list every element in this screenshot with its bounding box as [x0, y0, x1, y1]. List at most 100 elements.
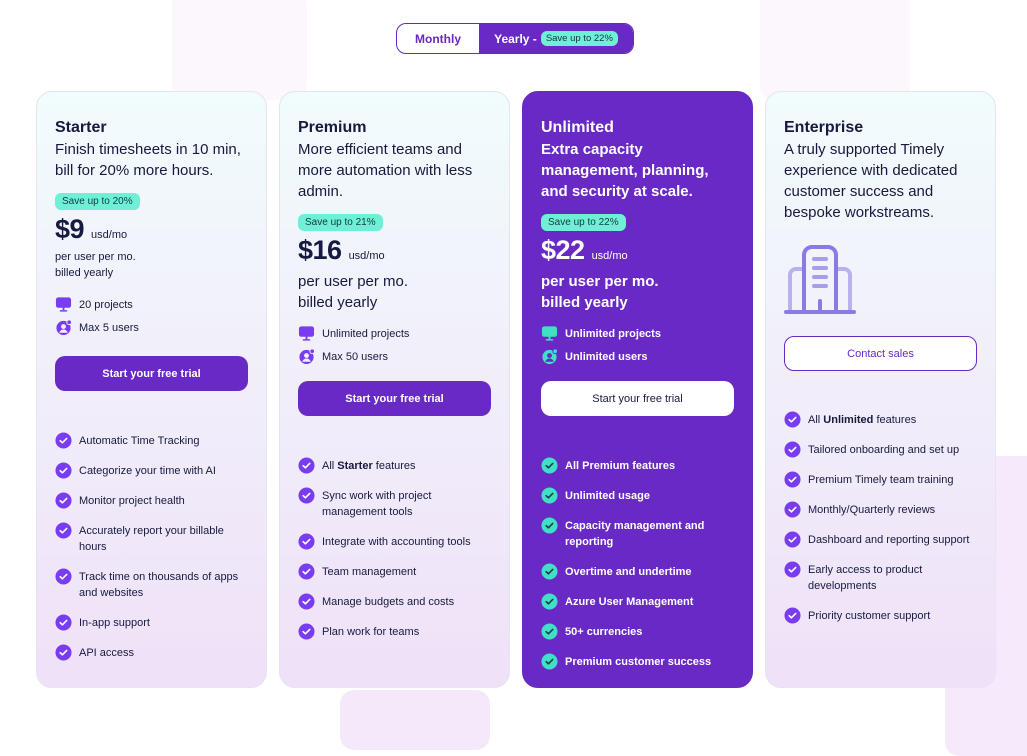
feature-text: Capacity management and reporting — [565, 520, 705, 548]
plan-card-starter: Starter Finish timesheets in 10 min, bil… — [36, 91, 267, 688]
price-unit: usd/mo — [591, 250, 628, 262]
check-circle-icon — [55, 522, 72, 539]
check-circle-icon — [784, 501, 801, 518]
check-circle-icon — [55, 492, 72, 509]
check-circle-icon — [298, 533, 315, 550]
check-circle-icon — [784, 471, 801, 488]
feature-item: Dashboard and reporting support — [784, 531, 977, 548]
feature-text: 50+ currencies — [565, 626, 643, 638]
feature-text: Automatic Time Tracking — [79, 435, 200, 447]
billing-line: per user per mo. — [298, 273, 409, 290]
plan-limit-projects: Unlimited projects — [298, 322, 491, 345]
feature-text: Monthly/Quarterly reviews — [808, 504, 936, 516]
contact-sales-button[interactable]: Contact sales — [784, 336, 977, 371]
check-circle-icon — [541, 593, 558, 610]
savings-badge: Save up to 20% — [55, 193, 140, 210]
feature-text: All Starter features — [322, 460, 416, 472]
plan-name: Starter — [55, 119, 107, 136]
check-circle-icon — [55, 614, 72, 631]
toggle-monthly-label: Monthly — [415, 31, 461, 46]
plan-price: $22 — [541, 235, 585, 265]
limit-text: Max 50 users — [322, 350, 389, 363]
feature-item: All Unlimited features — [784, 411, 977, 428]
feature-text: Tailored onboarding and set up — [808, 444, 960, 456]
check-circle-icon — [55, 644, 72, 661]
price-unit: usd/mo — [348, 250, 385, 262]
plan-limit-users: Max 50 users — [298, 345, 491, 368]
start-free-trial-button[interactable]: Start your free trial — [298, 381, 491, 416]
plan-limit-users: Max 5 users — [55, 316, 248, 339]
user-icon — [542, 348, 558, 365]
feature-text: Premium customer success — [565, 656, 712, 668]
button-label: Start your free trial — [592, 392, 683, 405]
background-shape — [340, 690, 490, 750]
feature-text: Manage budgets and costs — [322, 596, 455, 608]
plan-description: More efficient teams and more automation… — [298, 141, 473, 200]
toggle-yearly[interactable]: Yearly - Save up to 22% — [479, 24, 633, 53]
billing-period-toggle[interactable]: Monthly Yearly - Save up to 22% — [396, 23, 634, 54]
check-circle-icon — [541, 457, 558, 474]
savings-badge: Save up to 21% — [298, 214, 383, 231]
feature-item: Monthly/Quarterly reviews — [784, 501, 977, 518]
billing-line: per user per mo. — [55, 251, 136, 263]
feature-list: All Unlimited features Tailored onboardi… — [784, 411, 977, 624]
check-circle-icon — [55, 462, 72, 479]
feature-item: Tailored onboarding and set up — [784, 441, 977, 458]
billing-line: billed yearly — [541, 294, 628, 311]
check-circle-icon — [298, 623, 315, 640]
feature-item: Categorize your time with AI — [55, 462, 248, 479]
plan-card-premium: Premium More efficient teams and more au… — [279, 91, 510, 688]
check-circle-icon — [784, 411, 801, 428]
feature-text: Priority customer support — [808, 610, 931, 622]
feature-text: Team management — [322, 566, 417, 578]
check-circle-icon — [784, 441, 801, 458]
feature-text: API access — [79, 647, 135, 659]
check-circle-icon — [541, 517, 558, 534]
feature-list: Automatic Time Tracking Categorize your … — [55, 432, 248, 661]
check-circle-icon — [55, 568, 72, 585]
plan-price: $16 — [298, 235, 342, 265]
toggle-yearly-label: Yearly - — [494, 31, 537, 46]
feature-text: Early access to product developments — [808, 564, 923, 592]
yearly-savings-badge: Save up to 22% — [540, 31, 618, 46]
feature-list: All Starter features Sync work with proj… — [298, 457, 491, 640]
feature-item: Priority customer support — [784, 607, 977, 624]
building-icon — [784, 245, 856, 314]
feature-item: Sync work with project management tools — [298, 487, 491, 520]
plan-description: A truly supported Timely experience with… — [784, 141, 958, 221]
feature-item: Premium customer success — [541, 653, 734, 670]
check-circle-icon — [541, 563, 558, 580]
feature-item: All Starter features — [298, 457, 491, 474]
check-circle-icon — [298, 563, 315, 580]
feature-item: Manage budgets and costs — [298, 593, 491, 610]
plan-description: Extra capacity management, planning, and… — [541, 141, 709, 200]
billing-terms: per user per mo. billed yearly — [55, 249, 248, 281]
toggle-monthly[interactable]: Monthly — [397, 24, 479, 53]
limit-text: Unlimited users — [565, 350, 648, 363]
feature-item: API access — [55, 644, 248, 661]
plan-price: $9 — [55, 214, 85, 244]
feature-item: Accurately report your billable hours — [55, 522, 248, 555]
feature-item: 50+ currencies — [541, 623, 734, 640]
monitor-icon — [541, 326, 558, 341]
check-circle-icon — [298, 487, 315, 504]
feature-item: Capacity management and reporting — [541, 517, 734, 550]
feature-text: Sync work with project management tools — [322, 490, 432, 518]
plan-card-unlimited: Unlimited Extra capacity management, pla… — [522, 91, 753, 688]
billing-terms: per user per mo. billed yearly — [298, 271, 491, 313]
billing-line: per user per mo. — [541, 273, 659, 290]
feature-item: Early access to product developments — [784, 561, 977, 594]
check-circle-icon — [55, 432, 72, 449]
feature-text: Plan work for teams — [322, 626, 420, 638]
feature-text: All Premium features — [565, 460, 676, 472]
plan-limit-projects: Unlimited projects — [541, 322, 734, 345]
feature-item: Unlimited usage — [541, 487, 734, 504]
feature-item: Team management — [298, 563, 491, 580]
feature-text: Monitor project health — [79, 495, 185, 507]
start-free-trial-button[interactable]: Start your free trial — [541, 381, 734, 416]
feature-item: Plan work for teams — [298, 623, 491, 640]
start-free-trial-button[interactable]: Start your free trial — [55, 356, 248, 391]
check-circle-icon — [541, 487, 558, 504]
check-circle-icon — [298, 457, 315, 474]
feature-text: Accurately report your billable hours — [79, 525, 224, 553]
